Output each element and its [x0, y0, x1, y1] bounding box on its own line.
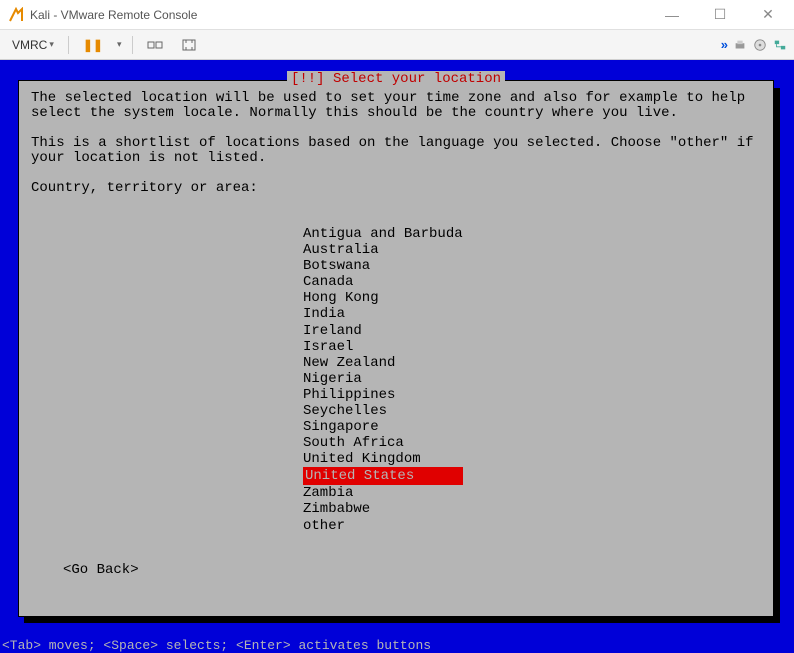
- minimize-button[interactable]: —: [658, 5, 686, 25]
- location-item[interactable]: Nigeria: [303, 371, 761, 387]
- power-dropdown[interactable]: [115, 37, 124, 52]
- location-item[interactable]: Zimbabwe: [303, 501, 761, 517]
- send-cad-button[interactable]: [141, 35, 169, 55]
- key-hint: <Tab> moves; <Space> selects; <Enter> ac…: [2, 638, 431, 653]
- location-item[interactable]: Antigua and Barbuda: [303, 226, 761, 242]
- window-title: Kali - VMware Remote Console: [30, 8, 658, 22]
- network-icon[interactable]: [772, 37, 788, 53]
- location-item[interactable]: Philippines: [303, 387, 761, 403]
- dialog-body: The selected location will be used to se…: [19, 81, 773, 590]
- fullscreen-icon: [181, 37, 197, 53]
- location-item[interactable]: Botswana: [303, 258, 761, 274]
- toolbar-right: »: [721, 37, 788, 53]
- titlebar: Kali - VMware Remote Console — ☐ ✕: [0, 0, 794, 30]
- toolbar: VMRC ❚❚ »: [0, 30, 794, 60]
- toolbar-separator: [132, 36, 133, 54]
- printer-icon[interactable]: [732, 37, 748, 53]
- location-item[interactable]: Ireland: [303, 323, 761, 339]
- send-cad-icon: [147, 37, 163, 53]
- intro-para-1: The selected location will be used to se…: [31, 91, 761, 122]
- close-button[interactable]: ✕: [754, 5, 782, 25]
- connect-icon[interactable]: »: [721, 37, 728, 52]
- intro-para-2: This is a shortlist of locations based o…: [31, 136, 761, 167]
- location-item-selected[interactable]: United States: [303, 467, 463, 485]
- location-item[interactable]: Australia: [303, 242, 761, 258]
- prompt-text: Country, territory or area:: [31, 181, 761, 196]
- location-item[interactable]: Hong Kong: [303, 290, 761, 306]
- window-controls: — ☐ ✕: [658, 5, 782, 25]
- pause-icon: ❚❚: [83, 38, 103, 52]
- location-item[interactable]: New Zealand: [303, 355, 761, 371]
- location-item[interactable]: United Kingdom: [303, 451, 761, 467]
- intro-text: The selected location will be used to se…: [31, 91, 761, 196]
- location-list[interactable]: Antigua and BarbudaAustraliaBotswanaCana…: [303, 226, 761, 534]
- location-item[interactable]: Canada: [303, 274, 761, 290]
- pause-button[interactable]: ❚❚: [77, 36, 109, 54]
- location-item[interactable]: Zambia: [303, 485, 761, 501]
- cd-icon[interactable]: [752, 37, 768, 53]
- fullscreen-button[interactable]: [175, 35, 203, 55]
- location-item[interactable]: other: [303, 518, 761, 534]
- dialog-title: [!!] Select your location: [287, 71, 505, 87]
- location-item[interactable]: South Africa: [303, 435, 761, 451]
- toolbar-separator: [68, 36, 69, 54]
- location-item[interactable]: India: [303, 306, 761, 322]
- vmrc-menu[interactable]: VMRC: [6, 36, 60, 54]
- vm-console[interactable]: [!!] Select your location The selected l…: [0, 60, 794, 653]
- location-item[interactable]: Singapore: [303, 419, 761, 435]
- location-item[interactable]: Seychelles: [303, 403, 761, 419]
- location-item[interactable]: Israel: [303, 339, 761, 355]
- maximize-button[interactable]: ☐: [706, 5, 734, 25]
- vmware-icon: [8, 7, 24, 23]
- go-back-button[interactable]: <Go Back>: [63, 562, 761, 578]
- installer-dialog: [!!] Select your location The selected l…: [18, 80, 774, 617]
